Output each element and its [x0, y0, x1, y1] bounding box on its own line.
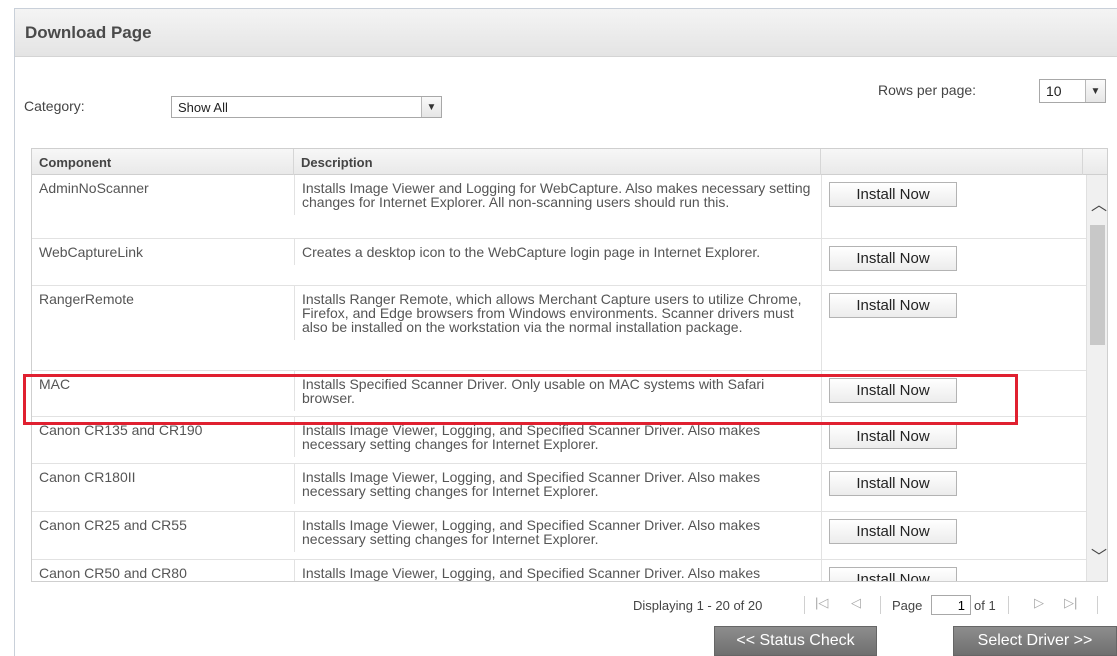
pager-divider — [1097, 596, 1098, 614]
last-page-icon[interactable]: ▷| — [1064, 595, 1077, 611]
description-cell: Installs Ranger Remote, which allows Mer… — [294, 286, 821, 340]
rows-per-page-value: 10 — [1046, 83, 1062, 99]
action-cell: Install Now — [821, 286, 1087, 370]
column-header-action — [821, 149, 1083, 175]
install-now-button[interactable]: Install Now — [829, 424, 957, 449]
page-label: Page — [892, 598, 923, 613]
column-header-component[interactable]: Component — [32, 149, 294, 175]
vertical-scrollbar[interactable]: ︿ ﹀ — [1086, 175, 1107, 581]
table-row: Canon CR135 and CR190 Installs Image Vie… — [32, 417, 1087, 464]
component-cell: RangerRemote — [39, 291, 134, 307]
page-title: Download Page — [25, 23, 152, 42]
select-driver-button[interactable]: Select Driver >> — [953, 626, 1117, 656]
install-now-button[interactable]: Install Now — [829, 293, 957, 318]
chevron-down-icon[interactable]: ▼ — [421, 97, 441, 117]
action-cell: Install Now — [821, 464, 1087, 511]
pager-divider — [1008, 596, 1009, 614]
component-cell: MAC — [39, 376, 71, 392]
install-now-button[interactable]: Install Now — [829, 182, 957, 207]
previous-page-icon[interactable]: ◁ — [851, 595, 861, 611]
component-cell: Canon CR135 and CR190 — [39, 422, 203, 438]
install-now-button[interactable]: Install Now — [829, 567, 957, 581]
action-cell: Install Now — [821, 239, 1087, 285]
status-check-button[interactable]: << Status Check — [714, 626, 877, 656]
table-row: Canon CR50 and CR80 Installs Image Viewe… — [32, 560, 1087, 581]
component-cell: Canon CR180II — [39, 469, 136, 485]
page-of-label: of 1 — [974, 598, 996, 613]
component-cell: WebCaptureLink — [39, 244, 144, 260]
description-cell: Installs Specified Scanner Driver. Only … — [294, 371, 821, 411]
install-now-button[interactable]: Install Now — [829, 378, 957, 403]
table-row: RangerRemote Installs Ranger Remote, whi… — [32, 286, 1087, 371]
category-label: Category: — [24, 98, 85, 114]
description-cell: Installs Image Viewer, Logging, and Spec… — [294, 512, 821, 552]
chevron-down-icon[interactable]: ﹀ — [1091, 543, 1107, 567]
column-header-description[interactable]: Description — [294, 149, 821, 175]
grid-header: Component Description — [32, 149, 1107, 175]
component-cell: Canon CR50 and CR80 — [39, 565, 187, 581]
component-cell: AdminNoScanner — [39, 180, 149, 196]
pager-divider — [880, 596, 881, 614]
action-cell: Install Now — [821, 512, 1087, 559]
rows-per-page-select[interactable]: 10 ▼ — [1039, 79, 1106, 103]
description-cell: Installs Image Viewer and Logging for We… — [294, 175, 821, 215]
description-cell: Installs Image Viewer, Logging, and Spec… — [294, 417, 821, 457]
chevron-up-icon[interactable]: ︿ — [1091, 191, 1107, 215]
page-number-input[interactable] — [931, 595, 971, 615]
description-cell: Installs Image Viewer, Logging, and Spec… — [294, 560, 821, 581]
grid-body: AdminNoScanner Installs Image Viewer and… — [32, 175, 1087, 581]
rows-per-page-label: Rows per page: — [878, 82, 977, 98]
components-grid: Component Description AdminNoScanner Ins… — [31, 148, 1108, 582]
description-cell: Installs Image Viewer, Logging, and Spec… — [294, 464, 821, 504]
description-cell: Creates a desktop icon to the WebCapture… — [294, 239, 821, 265]
chevron-down-icon[interactable]: ▼ — [1085, 80, 1105, 102]
install-now-button[interactable]: Install Now — [829, 246, 957, 271]
first-page-icon[interactable]: |◁ — [815, 595, 828, 611]
scrollbar-thumb[interactable] — [1090, 225, 1105, 345]
install-now-button[interactable]: Install Now — [829, 519, 957, 544]
action-cell: Install Now — [821, 417, 1087, 463]
action-cell: Install Now — [821, 175, 1087, 238]
table-row: MAC Installs Specified Scanner Driver. O… — [32, 371, 1087, 417]
table-row: Canon CR25 and CR55 Installs Image Viewe… — [32, 512, 1087, 560]
component-cell: Canon CR25 and CR55 — [39, 517, 187, 533]
pager-displaying: Displaying 1 - 20 of 20 — [633, 598, 763, 613]
table-row: AdminNoScanner Installs Image Viewer and… — [32, 175, 1087, 239]
install-now-button[interactable]: Install Now — [829, 471, 957, 496]
next-page-icon[interactable]: ▷ — [1034, 595, 1044, 611]
table-row: Canon CR180II Installs Image Viewer, Log… — [32, 464, 1087, 512]
category-select[interactable]: Show All ▼ — [171, 96, 442, 118]
action-cell: Install Now — [821, 560, 1087, 581]
table-row: WebCaptureLink Creates a desktop icon to… — [32, 239, 1087, 286]
pager-divider — [804, 596, 805, 614]
action-cell: Install Now — [821, 371, 1087, 416]
category-value: Show All — [178, 100, 228, 115]
panel-header: Download Page — [15, 9, 1117, 57]
